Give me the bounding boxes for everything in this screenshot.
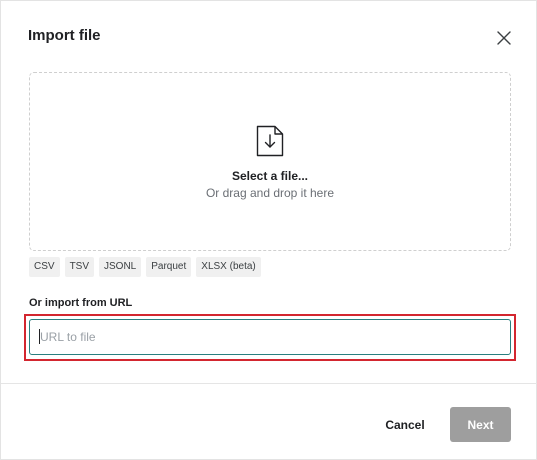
url-import-label: Or import from URL [29, 297, 133, 309]
close-icon [497, 31, 511, 45]
text-caret [39, 329, 40, 344]
format-chip-parquet: Parquet [146, 257, 192, 277]
format-chip-xlsx: XLSX (beta) [196, 257, 261, 277]
supported-formats: CSV TSV JSONL Parquet XLSX (beta) [29, 257, 261, 277]
select-file-label: Select a file... [231, 169, 309, 183]
import-file-dialog: Import file Select a file... Or drag and… [0, 0, 537, 460]
footer-divider [1, 383, 537, 384]
file-dropzone[interactable]: Select a file... Or drag and drop it her… [29, 72, 511, 251]
format-chip-jsonl: JSONL [99, 257, 142, 277]
format-chip-tsv: TSV [64, 257, 95, 277]
next-button[interactable]: Next [450, 407, 511, 442]
url-input[interactable] [29, 319, 511, 355]
cancel-button[interactable]: Cancel [375, 407, 435, 442]
format-chip-csv: CSV [29, 257, 60, 277]
dialog-title: Import file [28, 27, 101, 44]
close-button[interactable] [493, 27, 515, 49]
drag-drop-hint: Or drag and drop it here [205, 186, 335, 200]
file-download-icon [256, 125, 284, 157]
